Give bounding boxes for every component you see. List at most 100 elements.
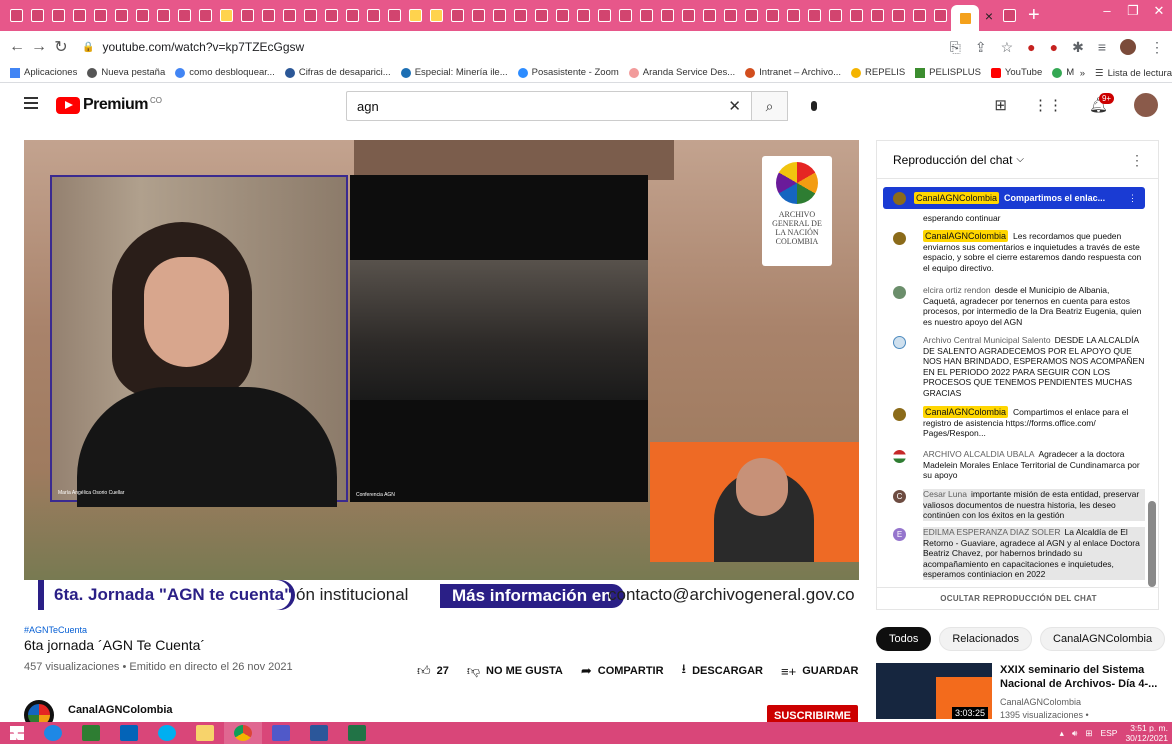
browser-tab[interactable] — [636, 5, 657, 27]
browser-tab[interactable] — [27, 5, 48, 27]
share-button[interactable]: ➦ COMPARTIR — [581, 663, 664, 679]
browser-tab[interactable] — [342, 5, 363, 27]
language-indicator[interactable]: ESP — [1100, 728, 1117, 738]
chat-mode-dropdown[interactable]: Reproducción del chat — [893, 153, 1012, 167]
taskbar-app[interactable] — [72, 722, 110, 744]
browser-tab[interactable] — [825, 5, 846, 27]
taskbar-app[interactable] — [34, 722, 72, 744]
browser-tab[interactable] — [237, 5, 258, 27]
reload-icon[interactable]: ↻ — [50, 37, 72, 57]
browser-tab[interactable] — [867, 5, 888, 27]
bookmark-item[interactable]: YouTube — [990, 67, 1042, 78]
related-video-channel[interactable]: CanalAGNColombia — [1000, 697, 1081, 707]
bookmark-item[interactable]: Posasistente - Zoom — [517, 67, 619, 78]
browser-tab[interactable] — [300, 5, 321, 27]
browser-tab[interactable] — [999, 5, 1020, 27]
channel-name[interactable]: CanalAGNColombia — [68, 704, 173, 716]
share-page-icon[interactable]: ⇪ — [975, 39, 987, 56]
chevron-down-icon[interactable]: ⌵ — [1016, 154, 1024, 165]
create-video-icon[interactable]: ⊞ — [994, 96, 1007, 114]
browser-tab[interactable] — [531, 5, 552, 27]
browser-tab[interactable] — [678, 5, 699, 27]
save-button[interactable]: ≡+ GUARDAR — [781, 664, 858, 679]
browser-menu-icon[interactable]: ⋮ — [1150, 39, 1164, 56]
taskbar-app[interactable] — [262, 722, 300, 744]
hamburger-menu-icon[interactable] — [24, 97, 38, 109]
lock-icon[interactable]: 🔒 — [82, 42, 94, 53]
browser-tab[interactable] — [741, 5, 762, 27]
tray-up-arrow-icon[interactable]: ▴ — [1060, 728, 1064, 739]
chip-related[interactable]: Relacionados — [939, 627, 1033, 651]
reading-mode-icon[interactable]: ≡ — [1098, 39, 1106, 55]
browser-tab[interactable] — [552, 5, 573, 27]
browser-tab[interactable] — [573, 5, 594, 27]
extension-icon[interactable]: ● — [1050, 39, 1058, 55]
extension-icon[interactable]: ● — [1027, 39, 1035, 55]
browser-tab[interactable] — [216, 5, 237, 27]
apps-grid-icon[interactable]: ⋮⋮ — [1033, 96, 1063, 114]
clock[interactable]: 3:51 p. m. 30/12/2021 — [1125, 723, 1168, 743]
bookmark-item[interactable]: como desbloquear... — [175, 67, 275, 78]
browser-tab[interactable] — [195, 5, 216, 27]
browser-tab[interactable] — [6, 5, 27, 27]
taskbar-app[interactable] — [338, 722, 376, 744]
related-video-thumbnail[interactable]: 3:03:25 — [876, 663, 992, 719]
browser-tab[interactable] — [510, 5, 531, 27]
browser-tab[interactable] — [909, 5, 930, 27]
pinned-chat-message[interactable]: CanalAGNColombia Compartimos el enlac...… — [883, 187, 1145, 209]
puzzle-extensions-icon[interactable]: ✱ — [1072, 39, 1084, 56]
minimize-icon[interactable]: – — [1094, 0, 1120, 24]
taskbar-app-active[interactable] — [224, 722, 262, 744]
voice-search-mic-icon[interactable] — [802, 94, 826, 118]
browser-tab[interactable] — [699, 5, 720, 27]
browser-tab-active[interactable] — [951, 5, 979, 31]
browser-tab[interactable] — [468, 5, 489, 27]
browser-tab[interactable] — [615, 5, 636, 27]
browser-tab[interactable] — [783, 5, 804, 27]
bookmark-item[interactable]: Aranda Service Des... — [628, 67, 735, 78]
bookmark-item[interactable]: PELISPLUS — [915, 67, 981, 78]
restore-icon[interactable]: ❐ — [1120, 0, 1146, 24]
browser-tab[interactable] — [888, 5, 909, 27]
browser-tab[interactable] — [804, 5, 825, 27]
taskbar-app[interactable] — [110, 722, 148, 744]
browser-tab[interactable] — [930, 5, 951, 27]
browser-tab[interactable] — [48, 5, 69, 27]
browser-tab[interactable] — [594, 5, 615, 27]
bookmark-item[interactable]: Nueva pestaña — [87, 67, 165, 78]
taskbar-app[interactable] — [148, 722, 186, 744]
profile-avatar-icon[interactable] — [1120, 39, 1136, 55]
browser-tab[interactable] — [657, 5, 678, 27]
start-button[interactable] — [0, 726, 34, 740]
chip-all[interactable]: Todos — [876, 627, 932, 651]
bookmarks-more-icon[interactable]: » — [1080, 68, 1085, 79]
bookmark-item[interactable]: Cifras de desaparici... — [284, 67, 391, 78]
browser-tab[interactable] — [321, 5, 342, 27]
download-button[interactable]: ⭳ DESCARGAR — [682, 660, 763, 682]
close-window-icon[interactable]: ✕ — [1146, 0, 1172, 24]
bookmark-item[interactable]: Intranet – Archivo... — [745, 67, 841, 78]
url-input[interactable]: 🔒 youtube.com/watch?v=kp7TZEcGgsw — [82, 33, 950, 61]
bookmark-star-icon[interactable]: ☆ — [1001, 39, 1014, 56]
chat-scrollbar[interactable] — [1148, 501, 1156, 587]
chat-message-list[interactable]: esperando continuar CanalAGNColombia Les … — [877, 211, 1148, 587]
clear-search-icon[interactable]: ✕ — [728, 97, 741, 115]
browser-tab[interactable] — [426, 5, 447, 27]
network-icon[interactable]: ⊞ — [1085, 728, 1092, 739]
volume-icon[interactable]: 🔊︎ — [1072, 728, 1077, 739]
video-player[interactable]: María Angélica Osorio Cuellar Conferenci… — [24, 140, 859, 610]
chat-options-icon[interactable]: ⋮ — [1130, 152, 1144, 169]
browser-tab[interactable] — [174, 5, 195, 27]
browser-tab[interactable] — [153, 5, 174, 27]
install-app-icon[interactable]: ⎘ — [950, 39, 961, 56]
like-button[interactable]: 👍︎ 27 — [417, 663, 449, 679]
pinned-options-icon[interactable]: ⋮ — [1128, 193, 1137, 204]
search-input[interactable]: agn ✕ — [346, 91, 752, 121]
taskbar-app[interactable] — [300, 722, 338, 744]
browser-tab[interactable] — [69, 5, 90, 27]
browser-tab[interactable] — [405, 5, 426, 27]
reading-list-button[interactable]: Lista de lectura — [1108, 68, 1172, 79]
browser-tab[interactable] — [762, 5, 783, 27]
browser-tab[interactable] — [258, 5, 279, 27]
account-avatar[interactable] — [1134, 93, 1158, 117]
